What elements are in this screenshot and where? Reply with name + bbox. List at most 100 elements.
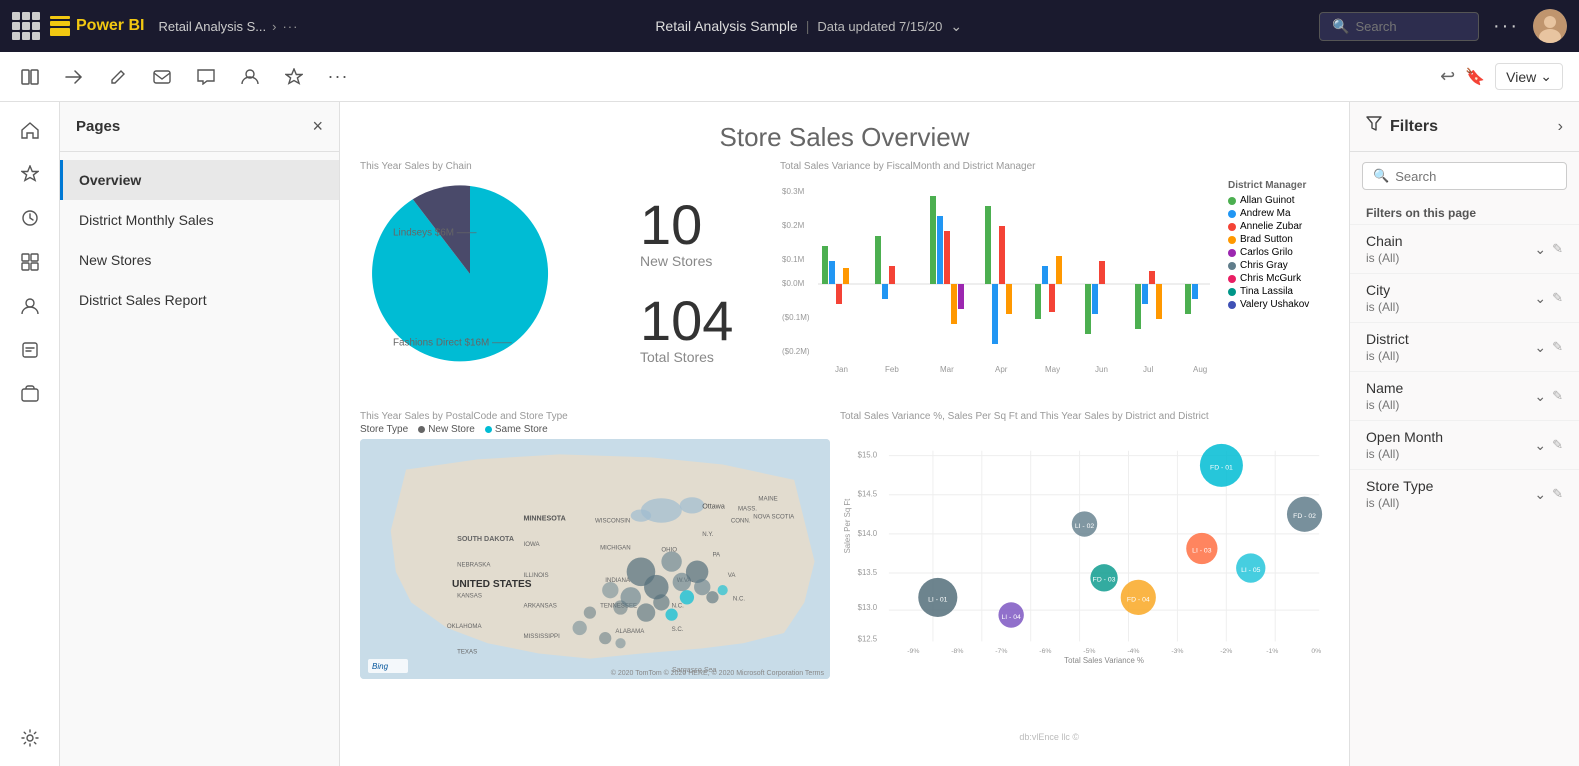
bar-chart-with-legend: $0.3M $0.2M $0.1M $0.0M ($0.1M) ($0.2M): [780, 176, 1340, 401]
filter-chain-chevron[interactable]: ⌄: [1534, 241, 1546, 258]
sidebar-apps-icon[interactable]: [12, 244, 48, 280]
legend-item-8: Valery Ushakov: [1228, 299, 1340, 310]
filter-name-clear[interactable]: ✎: [1552, 388, 1563, 404]
filter-open-month[interactable]: Open Month is (All) ⌄ ✎: [1350, 420, 1579, 469]
filter-district-chevron[interactable]: ⌄: [1534, 339, 1546, 356]
row1: This Year Sales by Chain Lindseys $6M ——…: [360, 161, 1329, 401]
filter-district-clear[interactable]: ✎: [1552, 339, 1563, 355]
map-visual[interactable]: SOUTH DAKOTA NEBRASKA KANSAS OKLAHOMA TE…: [360, 439, 830, 679]
svg-text:SOUTH DAKOTA: SOUTH DAKOTA: [457, 535, 514, 543]
svg-text:Aug: Aug: [1193, 365, 1207, 374]
apps-icon[interactable]: [12, 12, 40, 40]
bookmark-button[interactable]: 🔖: [1465, 67, 1485, 87]
toolbar-comment-icon[interactable]: [192, 63, 220, 91]
sidebar-workspaces-icon[interactable]: [12, 376, 48, 412]
bar-chart-title: Total Sales Variance by FiscalMonth and …: [780, 161, 1340, 172]
svg-text:N.C.: N.C.: [672, 603, 685, 610]
view-button[interactable]: View ⌄: [1495, 63, 1563, 90]
filter-open-month-value: is (All): [1366, 447, 1443, 461]
svg-text:LI - 01: LI - 01: [928, 596, 948, 603]
page-item-overview[interactable]: Overview: [60, 160, 339, 200]
svg-text:Mar: Mar: [940, 365, 954, 374]
legend-item-2: Annelie Zubar: [1228, 221, 1340, 232]
bar-chart-container[interactable]: Total Sales Variance by FiscalMonth and …: [780, 161, 1340, 401]
pages-panel: Pages × Overview District Monthly Sales …: [60, 102, 340, 766]
filter-city-name: City: [1366, 282, 1399, 298]
svg-text:OKLAHOMA: OKLAHOMA: [447, 623, 483, 630]
pie-chart-container[interactable]: This Year Sales by Chain Lindseys $6M ——…: [360, 161, 620, 401]
undo-button[interactable]: ↩: [1440, 66, 1455, 87]
legend-title: District Manager: [1228, 180, 1340, 191]
page-item-district-sales[interactable]: District Sales Report: [60, 280, 339, 320]
svg-text:$12.5: $12.5: [858, 634, 878, 643]
sidebar-learn-icon[interactable]: [12, 332, 48, 368]
report-canvas: Store Sales Overview This Year Sales by …: [360, 122, 1329, 746]
pie-svg: Lindseys $6M —— Fashions Direct $16M ——: [360, 174, 580, 374]
pie-chart-title: This Year Sales by Chain: [360, 161, 620, 172]
toolbar-more-icon[interactable]: ···: [324, 63, 352, 91]
svg-text:N.C.: N.C.: [733, 595, 746, 602]
sidebar-people-icon[interactable]: [12, 288, 48, 324]
toolbar-arrow-icon[interactable]: [60, 63, 88, 91]
filter-city[interactable]: City is (All) ⌄ ✎: [1350, 273, 1579, 322]
filter-search-input[interactable]: [1395, 169, 1556, 184]
filter-name[interactable]: Name is (All) ⌄ ✎: [1350, 371, 1579, 420]
pages-title: Pages: [76, 118, 120, 135]
filter-district[interactable]: District is (All) ⌄ ✎: [1350, 322, 1579, 371]
svg-text:MINNESOTA: MINNESOTA: [524, 515, 566, 523]
bar-chart-svg: $0.3M $0.2M $0.1M $0.0M ($0.1M) ($0.2M): [780, 176, 1220, 376]
filter-search-box[interactable]: 🔍: [1362, 162, 1567, 190]
svg-text:IOWA: IOWA: [524, 541, 541, 548]
kpi-new-stores[interactable]: 10 New Stores: [640, 197, 770, 269]
toolbar-reading-view[interactable]: [16, 63, 44, 91]
filter-funnel-icon: [1366, 116, 1382, 137]
sidebar-settings-icon[interactable]: [12, 720, 48, 756]
breadcrumb-current[interactable]: Retail Analysis S...: [158, 19, 266, 34]
search-input-nav[interactable]: [1355, 19, 1455, 34]
legend-item-3: Brad Sutton: [1228, 234, 1340, 245]
filter-city-value: is (All): [1366, 300, 1399, 314]
breadcrumb-dots[interactable]: ···: [282, 19, 298, 34]
legend-item-1: Andrew Ma: [1228, 208, 1340, 219]
filter-city-chevron[interactable]: ⌄: [1534, 290, 1546, 307]
search-box[interactable]: 🔍: [1319, 12, 1479, 41]
filter-store-type[interactable]: Store Type is (All) ⌄ ✎: [1350, 469, 1579, 518]
filter-name-value: is (All): [1366, 398, 1403, 412]
toolbar-star-icon[interactable]: [280, 63, 308, 91]
filter-store-type-chevron[interactable]: ⌄: [1534, 486, 1546, 503]
kpi-total-stores[interactable]: 104 Total Stores: [640, 293, 770, 365]
sidebar-recent-icon[interactable]: [12, 200, 48, 236]
bubble-chart-container[interactable]: Total Sales Variance %, Sales Per Sq Ft …: [840, 411, 1329, 671]
filter-open-month-clear[interactable]: ✎: [1552, 437, 1563, 453]
svg-text:$0.0M: $0.0M: [782, 279, 805, 288]
toolbar-mail-icon[interactable]: [148, 63, 176, 91]
svg-text:Total Sales Variance %: Total Sales Variance %: [1064, 656, 1144, 665]
pages-list: Overview District Monthly Sales New Stor…: [60, 152, 339, 328]
toolbar-team-icon[interactable]: [236, 63, 264, 91]
pages-close-button[interactable]: ×: [312, 116, 323, 137]
map-container[interactable]: This Year Sales by PostalCode and Store …: [360, 411, 830, 671]
sidebar-favorites-icon[interactable]: [12, 156, 48, 192]
nav-more-button[interactable]: ···: [1493, 15, 1519, 38]
filter-chain[interactable]: Chain is (All) ⌄ ✎: [1350, 224, 1579, 273]
filter-store-type-clear[interactable]: ✎: [1552, 486, 1563, 502]
sidebar-home-icon[interactable]: [12, 112, 48, 148]
filter-open-month-chevron[interactable]: ⌄: [1534, 437, 1546, 454]
filter-chain-clear[interactable]: ✎: [1552, 241, 1563, 257]
row2: This Year Sales by PostalCode and Store …: [360, 411, 1329, 671]
toolbar-edit-icon[interactable]: [104, 63, 132, 91]
filter-store-type-info: Store Type is (All): [1366, 478, 1433, 510]
page-item-new-stores[interactable]: New Stores: [60, 240, 339, 280]
data-info: Retail Analysis Sample | Data updated 7/…: [655, 18, 962, 35]
svg-text:-9%: -9%: [907, 648, 919, 655]
filter-city-clear[interactable]: ✎: [1552, 290, 1563, 306]
avatar[interactable]: [1533, 9, 1567, 43]
filters-expand-button[interactable]: ›: [1558, 118, 1563, 136]
filter-name-chevron[interactable]: ⌄: [1534, 388, 1546, 405]
data-chevron[interactable]: ⌄: [950, 18, 962, 35]
page-item-district-monthly[interactable]: District Monthly Sales: [60, 200, 339, 240]
nav-right: 🔍 ···: [1319, 9, 1567, 43]
filters-section-label: Filters on this page: [1350, 200, 1579, 224]
map-copyright: © 2020 TomTom © 2020 HERE, © 2020 Micros…: [611, 670, 824, 677]
svg-text:$13.5: $13.5: [858, 568, 878, 577]
